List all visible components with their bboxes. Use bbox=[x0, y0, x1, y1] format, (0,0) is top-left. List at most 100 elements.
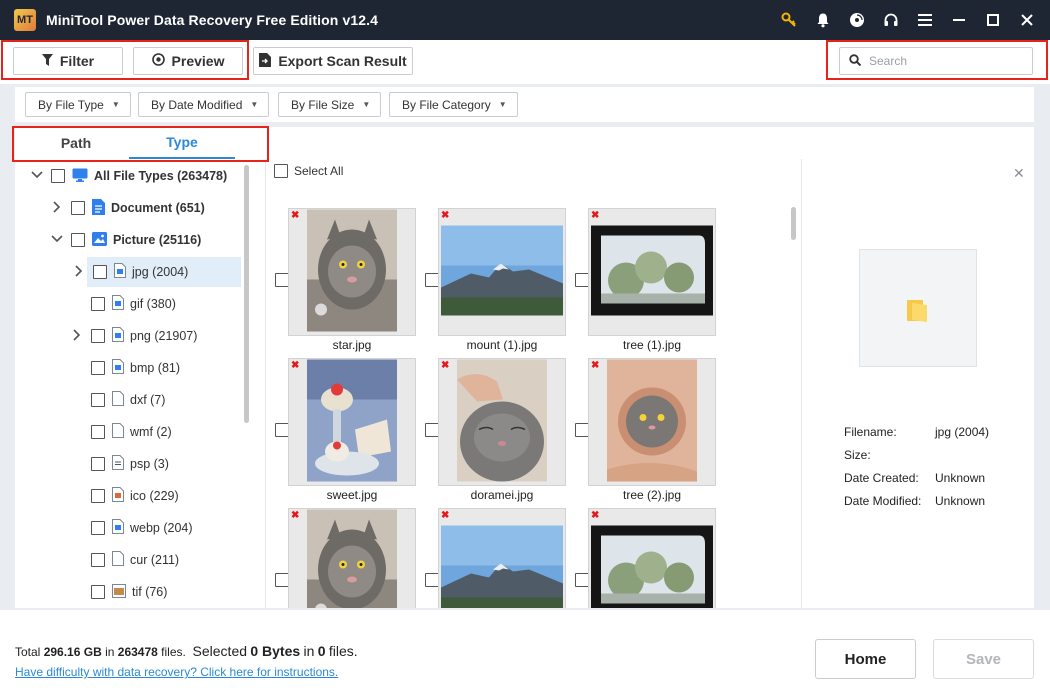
bell-icon[interactable] bbox=[806, 0, 840, 40]
tree-item-checkbox[interactable] bbox=[71, 233, 85, 247]
tree-item[interactable]: jpg (2004) bbox=[75, 257, 241, 287]
file-thumbnail[interactable]: ✖ bbox=[588, 358, 716, 486]
tree-item-checkbox[interactable] bbox=[51, 169, 65, 183]
file-thumbnail[interactable]: ✖ bbox=[288, 208, 416, 336]
file-name: tree (2).jpg bbox=[622, 488, 682, 502]
help-link[interactable]: Have difficulty with data recovery? Clic… bbox=[15, 665, 338, 679]
select-all[interactable]: Select All bbox=[274, 164, 343, 178]
file-checkbox[interactable] bbox=[425, 573, 439, 587]
file-checkbox[interactable] bbox=[425, 273, 439, 287]
tree-item[interactable]: bmp (81) bbox=[69, 353, 235, 383]
image-file-icon bbox=[112, 519, 124, 537]
file-checkbox[interactable] bbox=[275, 423, 289, 437]
file-thumbnail[interactable]: ✖ bbox=[438, 508, 566, 608]
chevron-right-icon[interactable] bbox=[49, 200, 65, 216]
monitor-icon bbox=[72, 168, 88, 185]
filter-by-date-modified[interactable]: By Date Modified ▼ bbox=[138, 92, 270, 117]
deleted-marker-icon: ✖ bbox=[591, 210, 600, 221]
tree-item-label: wmf (2) bbox=[130, 425, 172, 439]
filename-value: jpg (2004) bbox=[935, 425, 990, 439]
tree-item-checkbox[interactable] bbox=[91, 585, 105, 599]
file-thumbnail[interactable]: ✖ bbox=[438, 208, 566, 336]
title-bar: MT MiniTool Power Data Recovery Free Edi… bbox=[0, 0, 1050, 40]
key-icon[interactable] bbox=[772, 0, 806, 40]
file-checkbox[interactable] bbox=[275, 573, 289, 587]
tree-item[interactable]: Document (651) bbox=[49, 193, 235, 223]
tree-item-checkbox[interactable] bbox=[91, 457, 105, 471]
preview-button[interactable]: Preview bbox=[133, 47, 243, 75]
file-checkbox[interactable] bbox=[275, 273, 289, 287]
tree-item-checkbox[interactable] bbox=[91, 297, 105, 311]
tree-item-checkbox[interactable] bbox=[91, 393, 105, 407]
file-checkbox[interactable] bbox=[425, 423, 439, 437]
tree-item-checkbox[interactable] bbox=[71, 201, 85, 215]
tree-item[interactable]: All File Types (263478) bbox=[29, 161, 235, 191]
thumbnail-image bbox=[441, 525, 563, 608]
select-all-checkbox[interactable] bbox=[274, 164, 288, 178]
maximize-icon[interactable] bbox=[976, 0, 1010, 40]
save-button[interactable]: Save bbox=[933, 639, 1034, 679]
close-icon[interactable]: ✕ bbox=[1013, 165, 1025, 182]
file-checkbox[interactable] bbox=[575, 423, 589, 437]
tree-item[interactable]: png (21907) bbox=[69, 321, 235, 351]
tab-type[interactable]: Type bbox=[129, 127, 235, 159]
file-checkbox[interactable] bbox=[575, 273, 589, 287]
headphones-icon[interactable] bbox=[874, 0, 908, 40]
tree-item-label: jpg (2004) bbox=[132, 265, 189, 279]
file-thumbnail[interactable]: ✖ bbox=[438, 358, 566, 486]
search-input[interactable] bbox=[869, 54, 1019, 68]
filter-button[interactable]: Filter bbox=[13, 47, 123, 75]
tab-path[interactable]: Path bbox=[35, 127, 117, 159]
tree-item-checkbox[interactable] bbox=[91, 361, 105, 375]
tree-item-checkbox[interactable] bbox=[91, 425, 105, 439]
tree-item[interactable]: tif (76) bbox=[69, 577, 235, 607]
tree-item-label: tif (76) bbox=[132, 585, 168, 599]
minimize-icon[interactable] bbox=[942, 0, 976, 40]
funnel-icon bbox=[41, 53, 53, 69]
chevron-right-icon[interactable] bbox=[69, 328, 85, 344]
tree-item[interactable]: psp (3) bbox=[69, 449, 235, 479]
disc-icon[interactable] bbox=[840, 0, 874, 40]
file-thumbnail[interactable]: ✖ bbox=[288, 358, 416, 486]
file-thumbnail[interactable]: ✖ bbox=[288, 508, 416, 608]
preview-date-modified-row: Date Modified: Unknown bbox=[844, 494, 985, 508]
tree-item[interactable]: ico (229) bbox=[69, 481, 235, 511]
tree-item-label: gif (380) bbox=[130, 297, 176, 311]
grid-scrollbar[interactable] bbox=[791, 207, 796, 240]
view-tabs: Path Type bbox=[15, 127, 270, 159]
search-box[interactable] bbox=[839, 47, 1033, 75]
tree-item[interactable]: gif (380) bbox=[69, 289, 235, 319]
export-scan-result-button[interactable]: Export Scan Result bbox=[253, 47, 413, 75]
file-checkbox[interactable] bbox=[575, 573, 589, 587]
filter-label: Filter bbox=[59, 53, 95, 69]
tree-item[interactable]: Picture (25116) bbox=[49, 225, 235, 255]
tree-item[interactable]: webp (204) bbox=[69, 513, 235, 543]
menu-icon[interactable] bbox=[908, 0, 942, 40]
chevron-down-icon[interactable] bbox=[29, 170, 45, 182]
tree-item[interactable]: wmf (2) bbox=[69, 417, 235, 447]
tree-item-checkbox[interactable] bbox=[91, 489, 105, 503]
preview-date-created-row: Date Created: Unknown bbox=[844, 471, 985, 485]
chevron-down-icon[interactable] bbox=[49, 234, 65, 246]
tree-item[interactable]: cur (211) bbox=[69, 545, 235, 575]
preview-label: Preview bbox=[171, 53, 225, 69]
tree-scrollbar[interactable] bbox=[244, 165, 249, 423]
tree-item-checkbox[interactable] bbox=[91, 521, 105, 535]
close-icon[interactable] bbox=[1010, 0, 1044, 40]
tree-item-checkbox[interactable] bbox=[91, 553, 105, 567]
file-thumbnail[interactable]: ✖ bbox=[588, 508, 716, 608]
tree-item-checkbox[interactable] bbox=[91, 329, 105, 343]
tree-item-label: cur (211) bbox=[130, 553, 180, 567]
filter-by-file-category[interactable]: By File Category ▼ bbox=[389, 92, 518, 117]
tree-item[interactable]: dxf (7) bbox=[69, 385, 235, 415]
home-button[interactable]: Home bbox=[815, 639, 916, 679]
filter-by-file-type[interactable]: By File Type ▼ bbox=[25, 92, 131, 117]
chevron-right-icon[interactable] bbox=[71, 264, 87, 280]
file-thumbnail[interactable]: ✖ bbox=[588, 208, 716, 336]
blank-file-icon bbox=[112, 423, 124, 441]
filter-by-file-size[interactable]: By File Size ▼ bbox=[278, 92, 382, 117]
tree-item-checkbox[interactable] bbox=[93, 265, 107, 279]
chevron-down-icon: ▼ bbox=[498, 100, 507, 109]
thumbnail-image bbox=[591, 525, 713, 608]
app-logo-icon: MT bbox=[14, 9, 36, 31]
